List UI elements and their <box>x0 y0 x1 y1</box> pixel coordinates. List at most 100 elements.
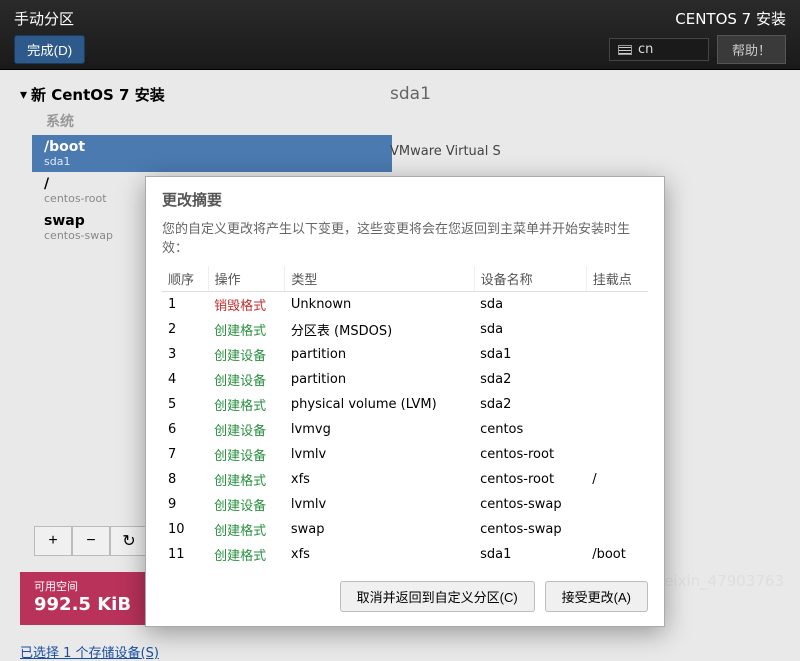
table-row[interactable]: 2创建格式分区表 (MSDOS)sda <box>162 317 648 342</box>
table-cell: sda <box>474 292 586 318</box>
table-cell: 创建格式 <box>208 392 285 417</box>
table-cell <box>586 367 648 392</box>
table-cell: 分区表 (MSDOS) <box>285 317 474 342</box>
table-row[interactable]: 6创建设备lvmvgcentos <box>162 417 648 442</box>
table-cell: lvmlv <box>285 442 474 467</box>
table-cell: 11 <box>162 542 208 567</box>
table-cell: 3 <box>162 342 208 367</box>
table-cell: 销毁格式 <box>208 292 285 318</box>
table-cell <box>586 292 648 318</box>
summary-of-changes-dialog: 更改摘要 您的自定义更改将产生以下变更，这些变更将会在您返回到主菜单并开始安装时… <box>145 176 665 627</box>
table-column-header[interactable]: 操作 <box>208 266 285 292</box>
main-area: ▾ 新 CentOS 7 安装 系统 /bootsda1/centos-root… <box>0 70 800 604</box>
table-cell: partition <box>285 342 474 367</box>
available-space-value: 992.5 KiB <box>34 594 131 615</box>
done-button[interactable]: 完成(D) <box>14 35 85 64</box>
table-cell: 7 <box>162 442 208 467</box>
keyboard-indicator[interactable]: cn <box>609 38 709 61</box>
table-cell: centos-swap <box>474 492 586 517</box>
table-cell <box>586 492 648 517</box>
help-button[interactable]: 帮助！ <box>717 35 786 64</box>
storage-selected-link[interactable]: 已选择 1 个存储设备(S) <box>20 642 159 661</box>
table-row[interactable]: 1销毁格式Unknownsda <box>162 292 648 318</box>
table-cell: 创建格式 <box>208 517 285 542</box>
table-cell: 10 <box>162 517 208 542</box>
partition-toolbar: + − ↻ <box>34 526 148 556</box>
top-bar: 手动分区 完成(D) CENTOS 7 安装 cn 帮助！ <box>0 0 800 70</box>
table-column-header[interactable]: 类型 <box>285 266 474 292</box>
table-cell: / <box>586 467 648 492</box>
table-row[interactable]: 8创建格式xfscentos-root/ <box>162 467 648 492</box>
table-cell <box>586 517 648 542</box>
table-cell: swap <box>285 517 474 542</box>
device-description: VMware Virtual S <box>390 144 770 159</box>
keyboard-layout: cn <box>638 42 653 57</box>
dialog-description: 您的自定义更改将产生以下变更，这些变更将会在您返回到主菜单并开始安装时生效： <box>162 218 648 256</box>
table-cell: 9 <box>162 492 208 517</box>
table-cell: /boot <box>586 542 648 567</box>
table-cell: lvmvg <box>285 417 474 442</box>
table-column-header[interactable]: 设备名称 <box>474 266 586 292</box>
table-row[interactable]: 11创建格式xfssda1/boot <box>162 542 648 567</box>
table-cell: sda1 <box>474 542 586 567</box>
remove-partition-button[interactable]: − <box>72 526 110 556</box>
table-cell: lvmlv <box>285 492 474 517</box>
table-cell: centos-root <box>474 467 586 492</box>
table-cell: centos-swap <box>474 517 586 542</box>
table-cell: Unknown <box>285 292 474 318</box>
table-cell: partition <box>285 367 474 392</box>
reload-button[interactable]: ↻ <box>110 526 148 556</box>
table-cell: sda <box>474 317 586 342</box>
table-cell: 2 <box>162 317 208 342</box>
table-cell: xfs <box>285 467 474 492</box>
expand-arrow-icon: ▾ <box>20 87 27 103</box>
table-row[interactable]: 3创建设备partitionsda1 <box>162 342 648 367</box>
table-row[interactable]: 4创建设备partitionsda2 <box>162 367 648 392</box>
table-cell <box>586 317 648 342</box>
changes-table: 顺序操作类型设备名称挂载点 1销毁格式Unknownsda2创建格式分区表 (M… <box>162 266 648 567</box>
partition-name: /boot <box>44 139 380 155</box>
table-column-header[interactable]: 顺序 <box>162 266 208 292</box>
table-cell <box>586 342 648 367</box>
table-cell: 5 <box>162 392 208 417</box>
table-cell: 创建设备 <box>208 492 285 517</box>
table-row[interactable]: 7创建设备lvmlvcentos-root <box>162 442 648 467</box>
table-cell: centos-root <box>474 442 586 467</box>
table-cell: 创建设备 <box>208 442 285 467</box>
table-cell <box>586 442 648 467</box>
table-column-header[interactable]: 挂载点 <box>586 266 648 292</box>
table-cell: sda2 <box>474 367 586 392</box>
table-cell: 创建设备 <box>208 342 285 367</box>
partition-device: sda1 <box>44 155 380 168</box>
table-cell: 8 <box>162 467 208 492</box>
installer-title: CENTOS 7 安装 <box>675 8 786 29</box>
table-cell: 创建格式 <box>208 317 285 342</box>
table-cell: xfs <box>285 542 474 567</box>
available-space-box: 可用空间 992.5 KiB <box>20 572 145 625</box>
table-row[interactable]: 9创建设备lvmlvcentos-swap <box>162 492 648 517</box>
keyboard-icon <box>618 45 632 55</box>
accept-button[interactable]: 接受更改(A) <box>545 581 648 612</box>
table-cell: 1 <box>162 292 208 318</box>
table-cell: centos <box>474 417 586 442</box>
available-space-label: 可用空间 <box>34 578 131 594</box>
cancel-button[interactable]: 取消并返回到自定义分区(C) <box>340 581 535 612</box>
table-row[interactable]: 10创建格式swapcentos-swap <box>162 517 648 542</box>
partition-item[interactable]: /bootsda1 <box>32 135 392 172</box>
dialog-title: 更改摘要 <box>162 189 648 210</box>
table-cell <box>586 417 648 442</box>
partition-heading-label: 新 CentOS 7 安装 <box>31 84 165 105</box>
add-partition-button[interactable]: + <box>34 526 72 556</box>
table-cell: sda2 <box>474 392 586 417</box>
table-cell: 6 <box>162 417 208 442</box>
table-cell: 创建设备 <box>208 417 285 442</box>
table-cell: 4 <box>162 367 208 392</box>
dialog-footer: 取消并返回到自定义分区(C) 接受更改(A) <box>162 581 648 612</box>
table-row[interactable]: 5创建格式physical volume (LVM)sda2 <box>162 392 648 417</box>
table-cell: sda1 <box>474 342 586 367</box>
page-title: 手动分区 <box>14 8 85 29</box>
table-cell: 创建格式 <box>208 542 285 567</box>
table-cell: 创建设备 <box>208 367 285 392</box>
table-cell: 创建格式 <box>208 467 285 492</box>
table-cell: physical volume (LVM) <box>285 392 474 417</box>
